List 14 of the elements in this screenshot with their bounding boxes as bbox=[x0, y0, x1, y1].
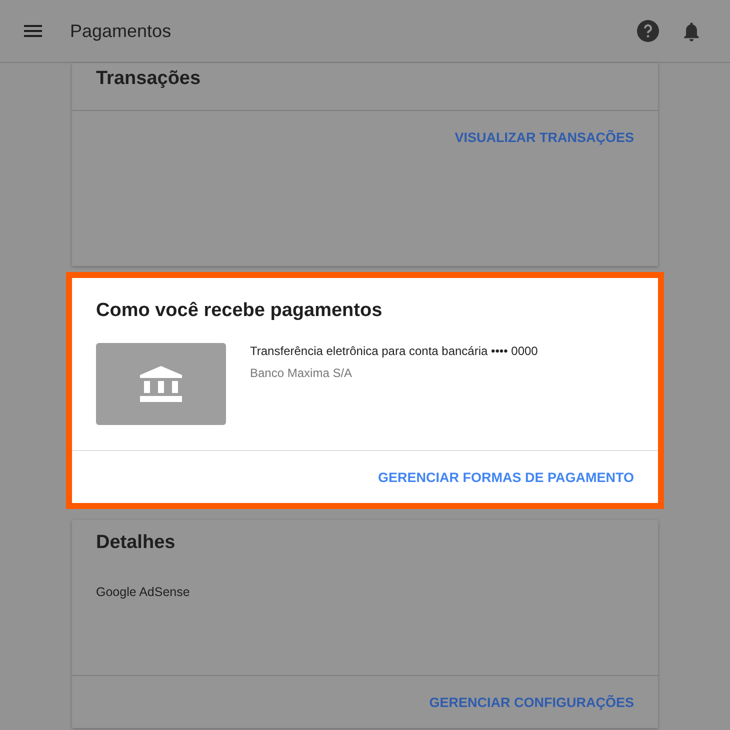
bank-icon bbox=[140, 366, 182, 402]
card-title: Transações bbox=[95, 67, 202, 91]
payment-method-description: Transferência eletrônica para conta bancária •••• 0000 bbox=[250, 344, 538, 358]
card-title: Detalhes bbox=[95, 531, 176, 555]
bell-icon[interactable] bbox=[683, 20, 700, 42]
manage-payment-methods-link[interactable]: GERENCIAR FORMAS DE PAGAMENTO bbox=[378, 470, 634, 484]
app-title: Pagamentos bbox=[70, 20, 172, 42]
menu-icon[interactable] bbox=[24, 25, 42, 37]
manage-settings-link[interactable]: GERENCIAR CONFIGURAÇÕES bbox=[429, 694, 634, 710]
bank-name: Banco Maxima S/A bbox=[250, 366, 354, 380]
view-transactions-link[interactable]: VISUALIZAR TRANSAÇÕES bbox=[454, 130, 634, 144]
product-name: Google AdSense bbox=[95, 585, 191, 601]
help-icon[interactable] bbox=[637, 20, 659, 42]
card-title: Como você recebe pagamentos bbox=[95, 299, 384, 323]
